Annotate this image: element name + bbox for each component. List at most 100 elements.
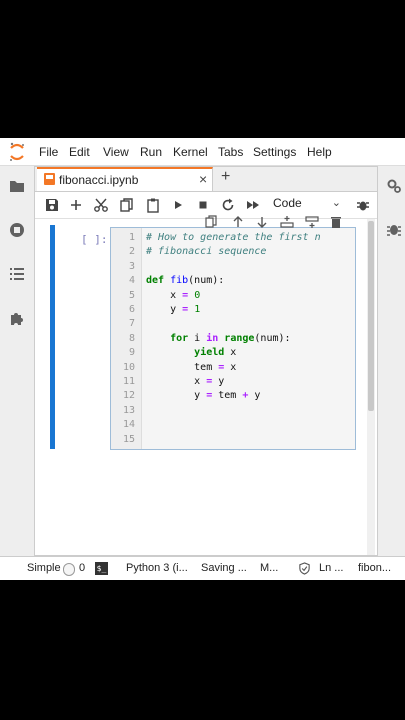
line-number: 14 xyxy=(122,419,135,431)
status-bar: Simple 0 $_ Python 3 (i... Saving ... M.… xyxy=(0,556,405,580)
code-token: x xyxy=(146,376,207,387)
code-text: y = tem + y xyxy=(146,390,260,401)
line-number: 9 xyxy=(128,347,135,359)
duplicate-cell-icon[interactable] xyxy=(205,215,219,229)
menu-file[interactable]: File xyxy=(39,145,58,159)
simple-mode-toggle[interactable] xyxy=(63,563,75,576)
new-launcher-button[interactable]: + xyxy=(221,168,230,186)
code-line: 14 xyxy=(111,419,355,433)
code-line: 9 yield x xyxy=(111,347,355,361)
copy-icon[interactable] xyxy=(119,197,135,213)
line-number: 13 xyxy=(122,404,135,416)
code-token: 1 xyxy=(194,304,201,315)
code-token: (num): xyxy=(188,275,225,287)
line-number: 15 xyxy=(122,433,135,445)
tab-fibonacci-notebook[interactable]: fibonacci.ipynb × xyxy=(37,167,213,191)
move-up-icon[interactable] xyxy=(231,215,245,229)
code-line: 4 def fib(num): xyxy=(111,275,355,289)
code-token: x xyxy=(146,289,183,301)
menu-run[interactable]: Run xyxy=(140,145,162,159)
move-down-icon[interactable] xyxy=(255,215,269,229)
code-token: yield xyxy=(194,347,225,359)
close-icon[interactable]: × xyxy=(199,171,207,187)
notebook-icon xyxy=(44,173,55,185)
save-icon[interactable] xyxy=(44,197,60,213)
menu-settings[interactable]: Settings xyxy=(253,145,296,159)
chevron-down-icon: ⌄ xyxy=(331,197,341,209)
notebook-scrollbar[interactable] xyxy=(367,219,375,555)
code-text: for i in range(num): xyxy=(146,332,290,344)
line-number: 5 xyxy=(128,289,135,301)
code-text: yield x xyxy=(146,347,236,358)
code-line: 10 tem = x xyxy=(111,362,355,376)
menu-bar: File Edit View Run Kernel Tabs Settings … xyxy=(0,138,405,166)
table-of-contents-icon[interactable] xyxy=(9,266,25,282)
code-text: # fibonacci sequence xyxy=(146,246,266,257)
add-cell-icon[interactable] xyxy=(68,197,84,213)
code-line: 13 xyxy=(111,405,355,419)
code-text: def fib(num): xyxy=(146,275,224,286)
menu-tabs[interactable]: Tabs xyxy=(218,145,243,159)
check-shield-icon xyxy=(299,562,310,575)
code-line: 3 xyxy=(111,261,355,275)
kernel-status[interactable]: Python 3 (i... xyxy=(126,562,188,574)
tab-bar: fibonacci.ipynb × + xyxy=(35,167,377,192)
cursor-position[interactable]: Ln ... xyxy=(319,562,343,574)
line-number: 2 xyxy=(128,246,135,258)
menu-edit[interactable]: Edit xyxy=(69,145,90,159)
code-token: y xyxy=(146,304,183,315)
kernel-debug-bug-icon[interactable] xyxy=(355,197,371,213)
code-token: for xyxy=(170,332,189,344)
code-cell-editor[interactable]: 1 # How to generate the first n 2 # fibonac… xyxy=(110,227,356,450)
code-token: fib xyxy=(170,275,189,287)
line-number: 12 xyxy=(122,390,135,402)
menu-kernel[interactable]: Kernel xyxy=(173,145,208,159)
line-number: 10 xyxy=(122,361,135,373)
line-number: 4 xyxy=(128,275,135,287)
main-dock-panel: fibonacci.ipynb × + Code ⌄ []: 1 # How … xyxy=(34,166,378,556)
terminal-count: 0 xyxy=(79,562,86,574)
code-line: 11 x = y xyxy=(111,376,355,390)
stop-icon[interactable] xyxy=(195,197,211,213)
folder-icon[interactable] xyxy=(9,178,25,194)
paste-icon[interactable] xyxy=(145,197,161,213)
code-text: tem = x xyxy=(146,362,236,373)
extension-puzzle-icon[interactable] xyxy=(9,310,25,326)
menu-view[interactable]: View xyxy=(103,145,129,159)
code-text: x = y xyxy=(146,376,224,387)
run-icon[interactable] xyxy=(170,197,186,213)
right-sidebar xyxy=(382,166,405,560)
line-number: 1 xyxy=(128,232,135,243)
code-text: x = 0 xyxy=(146,290,200,301)
running-kernels-icon[interactable] xyxy=(9,222,25,238)
code-line: 5 x = 0 xyxy=(111,290,355,304)
restart-kernel-icon[interactable] xyxy=(220,197,236,213)
code-text: y = 1 xyxy=(146,304,200,315)
fast-forward-icon[interactable] xyxy=(245,197,261,213)
code-token: # fibonacci sequence xyxy=(146,246,267,258)
terminal-icon[interactable]: $_ xyxy=(95,562,108,575)
notebook-panel: [ ]: 1 # How to generate the first n 2 # fi… xyxy=(35,215,377,555)
tab-label: fibonacci.ipynb xyxy=(59,173,139,187)
active-cell-indicator[interactable] xyxy=(50,225,55,449)
debugger-bug-icon[interactable] xyxy=(386,221,402,237)
scrollbar-thumb[interactable] xyxy=(368,221,374,411)
code-token: i xyxy=(188,332,207,344)
property-inspector-gears-icon[interactable] xyxy=(386,178,402,194)
cut-icon[interactable] xyxy=(93,197,109,213)
code-line: 15 xyxy=(111,434,355,448)
code-token: y xyxy=(146,390,207,402)
code-token: 0 xyxy=(194,289,201,301)
line-number: 3 xyxy=(128,260,135,272)
code-token: tem xyxy=(146,361,219,373)
code-token: def xyxy=(146,275,165,287)
insert-above-icon[interactable] xyxy=(280,215,294,229)
delete-cell-icon[interactable] xyxy=(329,215,343,229)
code-line: 8 for i in range(num): xyxy=(111,333,355,347)
saving-status: Saving ... xyxy=(201,562,247,574)
menu-help[interactable]: Help xyxy=(307,145,332,159)
insert-below-icon[interactable] xyxy=(305,215,319,229)
cell-type-dropdown[interactable]: Code ⌄ xyxy=(273,196,345,214)
simple-mode-label[interactable]: Simple xyxy=(27,562,61,574)
